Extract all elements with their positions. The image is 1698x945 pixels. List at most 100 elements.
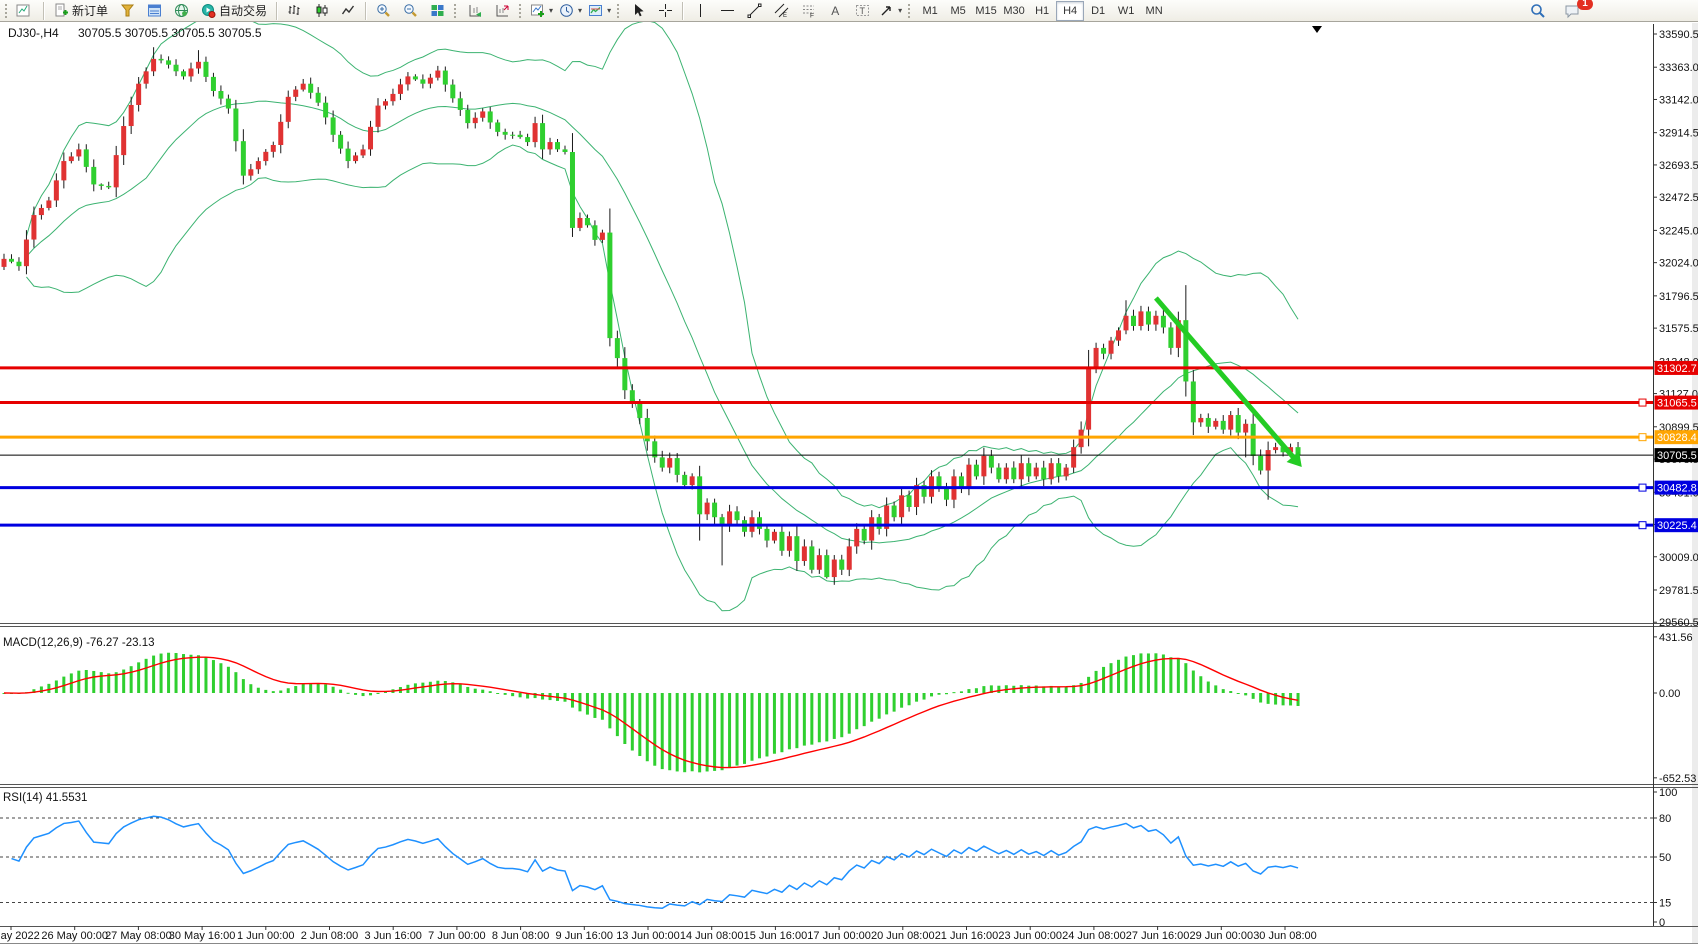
toolbar-grip[interactable] [454,3,459,18]
cursor-icon [635,4,644,17]
timeframe-button-m5[interactable]: M5 [944,1,972,21]
chart-shift-button[interactable] [489,0,516,21]
macd-pane [2,652,1300,773]
bar-chart-mode-button[interactable] [281,0,308,21]
toolbar-grip[interactable] [5,3,10,18]
candle-body [592,225,598,240]
vertical-line-icon [700,4,702,17]
zoom-in-button[interactable] [370,0,397,21]
trendline-tool-button[interactable] [741,0,768,21]
timeframe-button-m30[interactable]: M30 [1000,1,1028,21]
trend-arrow-line[interactable] [1154,296,1298,462]
data-window-button[interactable] [141,0,168,21]
auto-scroll-button[interactable] [462,0,489,21]
arrow-objects-icon [881,6,891,16]
level-price-label: 30828.4 [1657,432,1697,444]
indicators-button[interactable]: ▾ [527,0,556,21]
new-order-label: 新订单 [72,4,109,18]
candle-body [368,126,374,150]
candlestick-icon [316,4,328,17]
candle-body [128,104,134,127]
macd-histogram-bar [99,672,103,693]
macd-histogram-bar [817,693,821,743]
timeframe-button-h4[interactable]: H4 [1056,0,1085,21]
candle-body [547,142,553,150]
candle-body [98,184,104,186]
macd-histogram-bar [189,654,193,693]
candle-body [846,546,852,570]
candle-body [465,109,471,124]
candle-body [1235,415,1241,433]
price-tick-label: 32245.0 [1659,225,1698,237]
toolbar-grip[interactable] [519,3,524,18]
candle-body [517,134,523,138]
hline-handle[interactable] [1638,433,1647,442]
separator [682,1,685,20]
candle-body [831,559,837,578]
candle-body [263,151,269,162]
candle-body [293,89,299,97]
cursor-tool-button[interactable] [625,0,652,21]
timeframe-button-m1[interactable]: M1 [916,1,944,21]
macd-histogram-bar [226,666,230,693]
hline-handle[interactable] [1638,521,1647,530]
candle-body [973,464,979,477]
macd-histogram-bar [802,693,806,746]
channel-tool-button[interactable]: E [768,0,795,21]
timeframe-group: M1 M5 M15 M30 H1 H4 D1 W1 MN [916,0,1168,21]
new-order-button[interactable]: 新订单 [48,0,114,21]
toolbar-grip[interactable] [908,3,913,18]
macd-histogram-bar [473,688,477,693]
candle-body [794,536,800,562]
line-chart-mode-button[interactable] [335,0,362,21]
date-label: 26 May 00:00 [41,930,108,942]
macd-histogram-bar [361,693,365,697]
macd-histogram-bar [870,693,874,722]
globe-icon [175,4,189,17]
market-watch-button[interactable] [114,0,141,21]
arrows-tool-button[interactable]: ▾ [876,0,905,21]
chart-shift-marker [1312,26,1322,33]
dropdown-arrow-icon: ▾ [607,6,612,15]
timeframe-button-mn[interactable]: MN [1140,1,1168,21]
price-tick-label: 32472.5 [1659,192,1698,204]
candle-body [816,555,822,570]
tile-windows-button[interactable] [424,0,451,21]
macd-histogram-bar [107,673,111,693]
algo-trading-button[interactable]: 自动交易 [195,0,273,21]
candle-body [1273,447,1279,451]
macd-histogram-bar [346,692,350,694]
label-tool-button[interactable]: T [849,0,876,21]
candle-body [899,495,905,518]
text-tool-button[interactable]: A [822,0,849,21]
timeframe-button-d1[interactable]: D1 [1084,1,1112,21]
navigator-button[interactable] [168,0,195,21]
timeframe-button-w1[interactable]: W1 [1112,1,1140,21]
hline-handle[interactable] [1638,483,1647,492]
candle-body [480,111,486,118]
candle-body [861,528,867,541]
periods-button[interactable]: ▾ [556,0,585,21]
candles-layer [1,47,1301,585]
horizontal-line-tool-button[interactable] [714,0,741,21]
macd-histogram-bar [256,687,260,693]
chart-canvas[interactable]: 33590.5 33363.0 33142.0 32914.5 32693.5 32472… [0,0,1698,945]
toolbar-grip[interactable] [617,3,622,18]
fibonacci-tool-button[interactable]: F [795,0,822,21]
zoom-out-button[interactable] [397,0,424,21]
candle-body [23,239,29,267]
templates-button[interactable]: ▾ [585,0,614,21]
macd-histogram-bar [1027,685,1031,693]
vertical-line-tool-button[interactable] [687,0,714,21]
candle-body [121,126,127,156]
candlestick-mode-button[interactable] [308,0,335,21]
crosshair-tool-button[interactable] [652,0,679,21]
search-icon [1530,4,1545,18]
candle-body [248,169,254,176]
chat-button[interactable]: 1 [1559,0,1593,22]
clipped-chart-icon[interactable] [13,0,40,21]
hline-handle[interactable] [1638,398,1647,407]
search-button[interactable] [1524,1,1551,22]
timeframe-button-m15[interactable]: M15 [972,1,1000,21]
timeframe-button-h1[interactable]: H1 [1028,1,1056,21]
